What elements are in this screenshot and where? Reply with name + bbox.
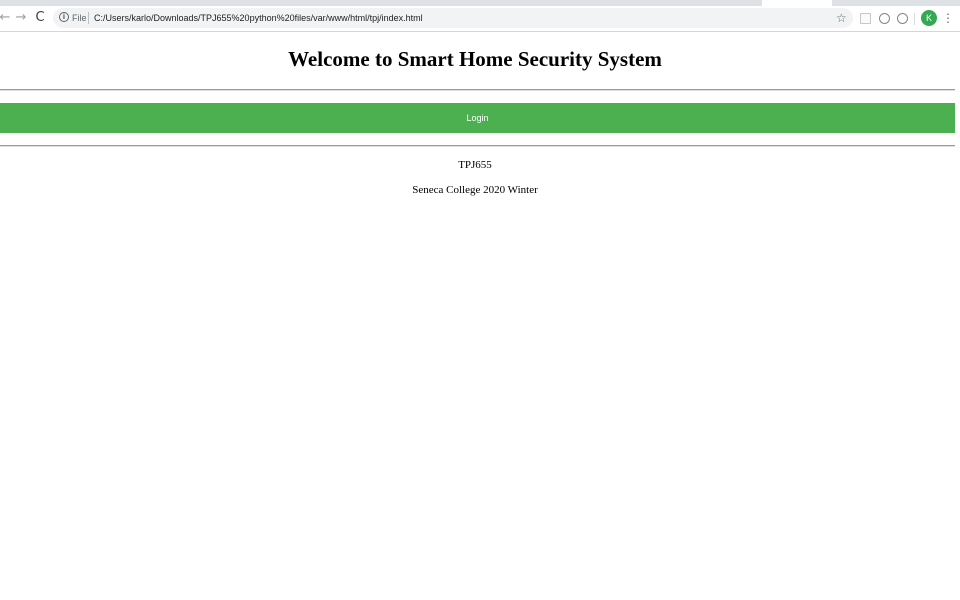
forward-arrow-icon[interactable]: → <box>12 9 30 27</box>
menu-icon[interactable]: ⋮ <box>942 9 954 27</box>
divider-bottom <box>0 145 955 147</box>
url-scheme: File <box>72 13 87 23</box>
toolbar-divider <box>914 13 915 25</box>
login-button[interactable]: Login <box>0 103 955 133</box>
extension-icon[interactable] <box>860 13 871 24</box>
avatar[interactable]: K <box>921 10 937 26</box>
url-text[interactable]: C:/Users/karlo/Downloads/TPJ655%20python… <box>94 8 423 28</box>
address-bar[interactable]: i File C:/Users/karlo/Downloads/TPJ655%2… <box>53 8 853 28</box>
star-icon[interactable]: ☆ <box>836 9 847 27</box>
page-content: Welcome to Smart Home Security System Lo… <box>0 32 960 600</box>
browser-toolbar: ← → C i File C:/Users/karlo/Downloads/TP… <box>0 6 960 32</box>
reload-icon[interactable]: C <box>31 9 49 27</box>
page-title: Welcome to Smart Home Security System <box>288 47 662 71</box>
divider-top <box>0 89 955 91</box>
school-term: Seneca College 2020 Winter <box>412 184 538 196</box>
extension-icon[interactable] <box>879 13 890 24</box>
address-separator <box>88 12 89 24</box>
course-code: TPJ655 <box>458 159 492 171</box>
extension-icon[interactable] <box>897 13 908 24</box>
info-icon[interactable]: i <box>59 12 69 22</box>
